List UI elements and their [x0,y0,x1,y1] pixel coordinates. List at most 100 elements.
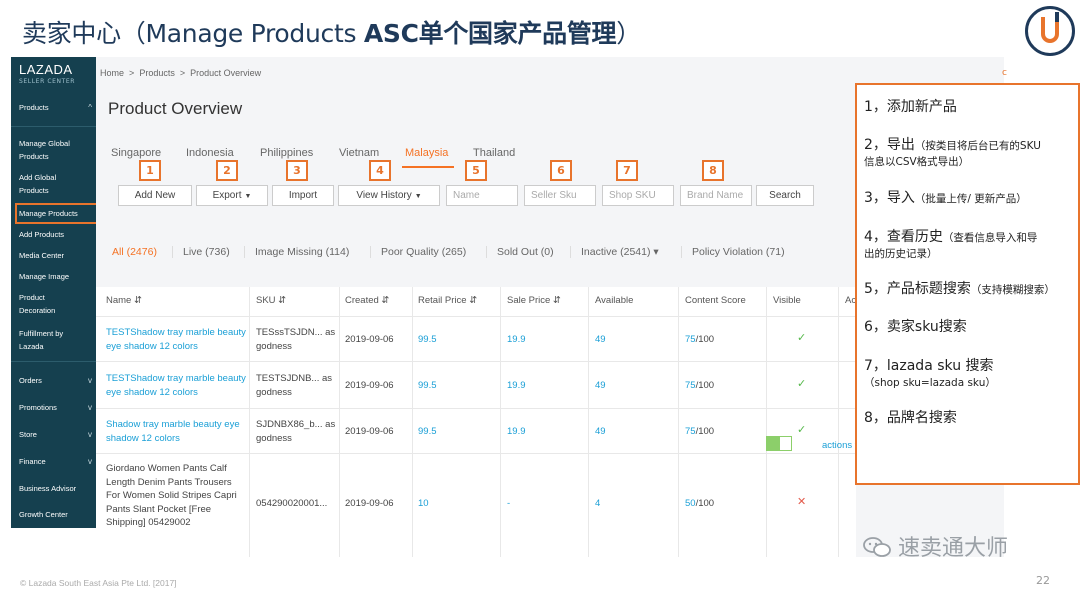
filter-sold-out[interactable]: Sold Out (0) [497,246,554,258]
slide-title-prefix: 卖家中心（Manage Products [22,19,364,48]
tab-indonesia[interactable]: Indonesia [186,147,234,159]
content-score-cell: 75/100 [685,426,715,437]
breadcrumb-home[interactable]: Home [100,68,124,78]
annotation-5: 5，产品标题搜索（支持模糊搜索） [864,281,1055,297]
sidebar-item-add-global-products[interactable]: Add Global Products [19,171,79,197]
name-search-input[interactable]: Name [446,185,518,206]
product-name-link[interactable]: TESTShadow tray marble beauty eye shadow… [106,372,246,399]
product-name-text[interactable]: Giordano Women Pants Calf Length Denim P… [106,462,246,530]
available-cell[interactable]: 4 [595,497,600,511]
slide-title: 卖家中心（Manage Products ASC单个国家产品管理） [22,14,641,50]
sidebar-item-business-advisor[interactable]: Business Advisor [19,482,99,495]
chevron-down-icon: v [88,403,92,412]
tab-singapore[interactable]: Singapore [111,147,161,159]
filter-image-missing[interactable]: Image Missing (114) [255,246,349,258]
sidebar-item-product-decoration[interactable]: Product Decoration [19,291,79,317]
cross-icon: ✕ [797,496,807,508]
shop-sku-input[interactable]: Shop SKU [602,185,674,206]
retail-price-cell[interactable]: 99.5 [418,379,437,393]
created-cell: 2019-09-06 [345,380,394,391]
tab-thailand[interactable]: Thailand [473,147,515,159]
check-icon: ✓ [797,424,807,436]
active-tab-underline [402,166,454,168]
sidebar-item-finance[interactable]: Finance v [19,455,96,468]
product-name-link[interactable]: TESTShadow tray marble beauty eye shadow… [106,326,246,353]
import-button[interactable]: Import [272,185,334,206]
sidebar-item-manage-products[interactable]: Manage Products [19,207,95,220]
annotation-3: 3，导入（批量上传/ 更新产品） [864,190,1027,206]
sale-price-cell[interactable]: - [507,497,510,511]
brand-name-input[interactable]: Brand Name [680,185,752,206]
slide: 卖家中心（Manage Products ASC单个国家产品管理） LAZADA… [0,0,1080,592]
chevron-down-icon: v [88,457,92,466]
sale-price-cell[interactable]: 19.9 [507,379,526,393]
watermark: 速卖通大师 [862,530,1008,562]
column-header-visible: Visible [773,295,801,306]
visibility-toggle[interactable] [766,436,792,451]
content-score-cell: 75/100 [685,334,715,345]
sidebar-item-orders[interactable]: Orders v [19,374,96,387]
seller-sku-input[interactable]: Seller Sku [524,185,596,206]
annotation-7-note: （shop sku=lazada sku） [864,377,996,389]
retail-price-cell[interactable]: 10 [418,497,429,511]
filter-inactive[interactable]: Inactive (2541) ▾ [581,246,659,258]
page-number: 22 [1036,574,1050,587]
sku-cell: 054290020001... [256,498,328,509]
callout-5: 5 [465,160,487,181]
column-header-retail-price[interactable]: Retail Price ⇵ [418,295,477,306]
created-cell: 2019-09-06 [345,498,394,509]
sidebar-item-manage-global-products[interactable]: Manage Global Products [19,137,91,163]
sidebar-item-manage-image[interactable]: Manage Image [19,270,95,283]
sale-price-cell[interactable]: 19.9 [507,333,526,347]
column-header-name[interactable]: Name ⇵ [106,295,142,306]
created-cell: 2019-09-06 [345,334,394,345]
filter-live[interactable]: Live (736) [183,246,230,258]
check-icon: ✓ [797,378,807,390]
product-name-link[interactable]: Shadow tray marble beauty eye shadow 12 … [106,418,246,445]
column-header-available: Available [595,295,634,306]
retail-price-cell[interactable]: 99.5 [418,425,437,439]
tab-vietnam[interactable]: Vietnam [339,147,379,159]
column-header-sku[interactable]: SKU ⇵ [256,295,286,306]
sidebar-item-promotions[interactable]: Promotions v [19,401,96,414]
search-button[interactable]: Search [756,185,814,206]
available-cell[interactable]: 49 [595,425,606,439]
sku-cell: SJDNBX86_b... as godness [256,419,336,444]
column-header-sale-price[interactable]: Sale Price ⇵ [507,295,561,306]
sidebar-item-media-center[interactable]: Media Center [19,249,95,262]
breadcrumb: Home > Products > Product Overview [100,68,262,78]
tab-malaysia[interactable]: Malaysia [405,147,448,159]
column-header-created[interactable]: Created ⇵ [345,295,389,306]
callout-7: 7 [616,160,638,181]
available-cell[interactable]: 49 [595,333,606,347]
actions-dropdown[interactable]: actions ▾ [822,440,860,451]
callout-3: 3 [286,160,308,181]
tab-philippines[interactable]: Philippines [260,147,313,159]
page-title: Product Overview [108,99,243,118]
sidebar-item-fulfillment-by-lazada[interactable]: Fulfillment by Lazada [19,327,85,353]
lazada-logo: LAZADA [19,62,73,77]
available-cell[interactable]: 49 [595,379,606,393]
sku-cell: TESssTSJDN... as godness [256,327,336,352]
sale-price-cell[interactable]: 19.9 [507,425,526,439]
add-new-button[interactable]: Add New [118,185,192,206]
sidebar-item-add-products[interactable]: Add Products [19,228,95,241]
sidebar-item-products[interactable]: Products ^ [19,101,96,114]
breadcrumb-products[interactable]: Products [139,68,175,78]
retail-price-cell[interactable]: 99.5 [418,333,437,347]
annotation-4: 4，查看历史（查看信息导入和导 [864,229,1038,245]
wechat-icon [863,537,891,557]
export-button[interactable]: Export ▼ [196,185,268,206]
filter-policy-violation[interactable]: Policy Violation (71) [692,246,785,258]
view-history-button[interactable]: View History ▼ [338,185,440,206]
created-cell: 2019-09-06 [345,426,394,437]
filter-all[interactable]: All (2476) [112,246,157,258]
seller-center-label: SELLER CENTER [19,78,76,85]
filter-poor-quality[interactable]: Poor Quality (265) [381,246,466,258]
chevron-up-icon: ^ [88,103,92,112]
callout-2: 2 [216,160,238,181]
sidebar-item-growth-center[interactable]: Growth Center [19,508,99,521]
status-filter-bar: All (2476) Live (736) Image Missing (114… [96,242,856,262]
annotation-4-note: 出的历史记录） [864,248,938,260]
sidebar-item-store[interactable]: Store v [19,428,96,441]
